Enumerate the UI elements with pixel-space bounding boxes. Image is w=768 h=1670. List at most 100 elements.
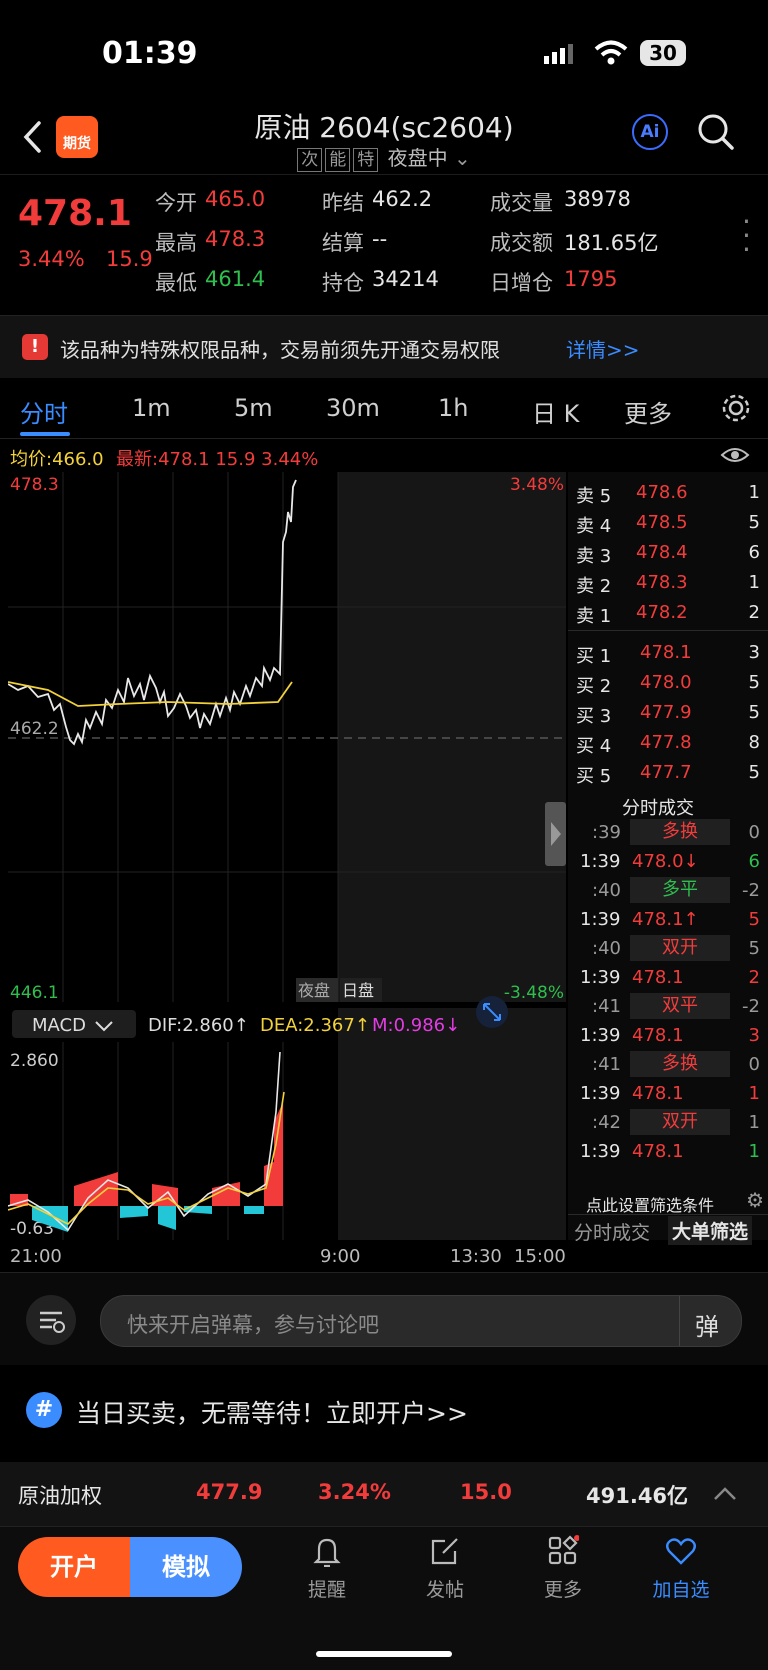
tab-1m[interactable]: 1m — [132, 394, 171, 422]
trades-title[interactable]: 分时成交 — [622, 794, 694, 820]
trade-price-7: 478.1 — [632, 1025, 684, 1046]
apps-icon — [548, 1535, 579, 1565]
quote-value-5: 181.65亿 — [564, 231, 659, 255]
bid-label-2: 买 3 — [576, 706, 612, 727]
quote-value-1: 462.2 — [372, 187, 433, 211]
tag-2: 特 — [353, 148, 379, 172]
order-book: 卖 5 478.6 1 卖 4 478.5 5 卖 3 478.4 6 卖 2 478.3 1 卖 1 4… — [568, 472, 768, 1245]
weighted-quote[interactable]: 原油加权 477.9 3.24% 15.0 491.46亿 — [0, 1462, 768, 1526]
tab-more[interactable]: 更多 — [624, 394, 672, 429]
avg-bar: 均价:466.0 最新:478.1 15.9 3.44% — [0, 439, 566, 470]
comment-input[interactable]: 快来开启弹幕，参与讨论吧 弹 — [100, 1295, 742, 1347]
y-bot-label: 446.1 — [10, 983, 59, 1003]
open-account-button[interactable]: 开户 — [18, 1537, 130, 1597]
nav-post[interactable]: 发帖 — [400, 1535, 490, 1602]
signal-icon — [544, 44, 573, 64]
tab-big-orders[interactable]: 大单筛选 — [668, 1216, 753, 1245]
quote-value-6: 461.4 — [205, 267, 266, 291]
quote-value-0: 465.0 — [205, 187, 266, 211]
promo-banner[interactable]: # 当日买卖，无需等待！立即开户>> — [0, 1366, 768, 1456]
search-icon[interactable] — [696, 112, 736, 152]
x-label-1: 9:00 — [320, 1246, 361, 1267]
ask-price-2: 478.4 — [636, 542, 688, 563]
clock: 01:39 — [102, 36, 198, 71]
danmu-toggle-button[interactable]: 弹 — [695, 1307, 719, 1342]
ai-icon[interactable]: Ai — [632, 114, 668, 150]
intraday-chart[interactable]: 478.3 462.2 446.1 3.48% -3.48% 夜盘 日盘 MAC… — [8, 472, 566, 1240]
heart-icon — [666, 1538, 696, 1565]
trade-tag-2: 多平 — [630, 877, 730, 903]
tab-dayk[interactable]: 日 K — [532, 394, 579, 429]
notice-text: 该品种为特殊权限品种，交易前须先开通交易权限 — [60, 338, 500, 362]
trade-qty-10: 1 — [748, 1112, 760, 1133]
permission-notice[interactable]: ! 该品种为特殊权限品种，交易前须先开通交易权限 详情>> — [0, 315, 768, 379]
nav-add-watchlist-label: 加自选 — [652, 1579, 710, 1601]
tab-5m[interactable]: 5m — [234, 394, 273, 422]
quote-value-2: 38978 — [564, 187, 631, 211]
gear-icon[interactable]: ⚙ — [746, 1188, 764, 1212]
quote-label-1: 昨结 — [322, 191, 364, 215]
avg-value: 466.0 — [52, 449, 104, 470]
ask-qty-1: 5 — [748, 512, 760, 533]
dea-value: DEA:2.367↑ — [260, 1015, 370, 1036]
trade-time-3: 1:39 — [580, 909, 621, 930]
change-pct: 3.44% — [18, 247, 85, 271]
session-status: 夜盘中 — [387, 146, 448, 170]
trade-tag-8: 多换 — [630, 1051, 730, 1077]
nav-remind[interactable]: 提醒 — [282, 1535, 372, 1602]
ask-qty-3: 1 — [748, 572, 760, 593]
tab-1h[interactable]: 1h — [438, 394, 468, 422]
trade-price-1: 478.0↓ — [632, 851, 699, 872]
tab-fenshi[interactable]: 分时 — [20, 394, 68, 429]
quote-label-5: 成交额 — [490, 231, 553, 255]
trade-price-3: 478.1↑ — [632, 909, 699, 930]
trade-qty-9: 1 — [748, 1083, 760, 1104]
bell-icon — [313, 1538, 341, 1567]
ai-label: Ai — [640, 122, 660, 142]
bid-price-2: 477.9 — [640, 702, 692, 723]
ask-qty-4: 2 — [748, 602, 760, 623]
trade-price-5: 478.1 — [632, 967, 684, 988]
trade-tag-0: 多换 — [630, 819, 730, 845]
weighted-name: 原油加权 — [18, 1484, 102, 1508]
comment-bar: 快来开启弹幕，参与讨论吧 弹 — [0, 1272, 768, 1365]
macd-label: MACD — [32, 1015, 86, 1036]
tab-30m[interactable]: 30m — [326, 394, 380, 422]
divider — [679, 1296, 680, 1346]
pct-top-label: 3.48% — [510, 475, 564, 495]
quote-label-8: 日增仓 — [490, 271, 553, 295]
more-dots-icon[interactable]: · · · — [742, 208, 751, 264]
bid-qty-4: 5 — [748, 762, 760, 783]
bid-qty-3: 8 — [748, 732, 760, 753]
bid-label-4: 买 5 — [576, 766, 612, 787]
bid-qty-1: 5 — [748, 672, 760, 693]
ask-qty-0: 1 — [748, 482, 760, 503]
edit-icon — [431, 1538, 458, 1565]
simulate-button[interactable]: 模拟 — [130, 1537, 242, 1597]
trade-tag-6: 双平 — [630, 993, 730, 1019]
bid-label-1: 买 2 — [576, 676, 612, 697]
x-label-2: 13:30 — [450, 1246, 502, 1267]
time-axis: 21:00 9:00 13:30 15:00 — [0, 1240, 566, 1270]
quote-label-3: 最高 — [155, 231, 197, 255]
battery-level: 30 — [649, 41, 677, 65]
nav-more[interactable]: 更多 — [518, 1535, 608, 1602]
nav-add-watchlist[interactable]: 加自选 — [636, 1535, 726, 1602]
eye-icon[interactable] — [720, 444, 750, 466]
quote-panel: 478.1 3.44% 15.9 今开 465.0 昨结 462.2 成交量 38978 最… — [0, 175, 768, 315]
gear-icon[interactable] — [720, 392, 752, 424]
change-abs: 15.9 — [106, 247, 153, 271]
battery-icon: 30 — [640, 40, 686, 66]
nav-remind-label: 提醒 — [307, 1579, 346, 1601]
trade-time-0: :39 — [592, 822, 621, 843]
period-tabs: 分时 1m 5m 30m 1h 日 K 更多 — [0, 378, 768, 439]
status-bar: 01:39 30 — [0, 0, 768, 100]
ask-price-0: 478.6 — [636, 482, 688, 503]
x-label-0: 21:00 — [10, 1246, 62, 1267]
tab-trades[interactable]: 分时成交 — [574, 1218, 650, 1245]
notice-link[interactable]: 详情>> — [566, 334, 640, 363]
ask-label-3: 卖 2 — [576, 576, 612, 597]
chevron-up-icon[interactable] — [712, 1484, 738, 1504]
filter-icon[interactable] — [26, 1295, 76, 1345]
filter-hint[interactable]: 点此设置筛选条件 — [586, 1192, 714, 1216]
